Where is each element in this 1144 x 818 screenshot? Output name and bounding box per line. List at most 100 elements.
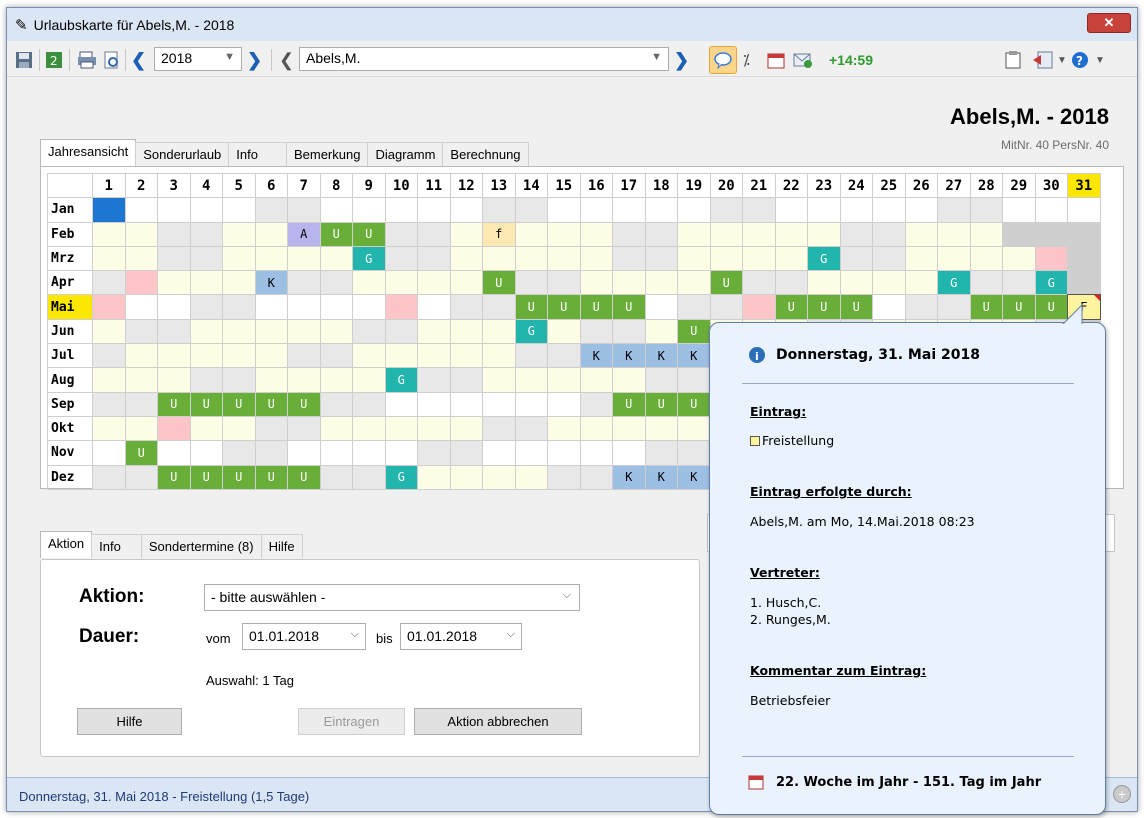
tab-hilfe[interactable]: Hilfe	[260, 534, 303, 558]
day-cell[interactable]: U	[807, 294, 841, 320]
day-cell[interactable]	[352, 415, 386, 442]
day-cell[interactable]	[774, 245, 808, 272]
exit-icon[interactable]	[1032, 50, 1054, 70]
day-cell[interactable]	[1067, 270, 1101, 296]
day-cell[interactable]	[92, 440, 126, 466]
day-cell[interactable]: U	[579, 294, 613, 320]
day-cell[interactable]: G	[514, 318, 548, 345]
day-cell[interactable]	[742, 294, 776, 320]
day-cell[interactable]	[222, 440, 256, 466]
day-cell[interactable]	[124, 391, 158, 417]
day-cell[interactable]	[319, 367, 353, 393]
day-cell[interactable]	[872, 221, 906, 247]
day-cell[interactable]: G	[384, 367, 418, 393]
day-cell[interactable]	[904, 221, 938, 247]
day-cell[interactable]	[644, 294, 678, 320]
day-cell[interactable]	[254, 197, 288, 223]
day-cell[interactable]	[709, 294, 743, 320]
day-cell[interactable]	[222, 197, 256, 223]
day-cell[interactable]	[222, 415, 256, 442]
day-cell[interactable]	[579, 245, 613, 272]
day-cell[interactable]	[319, 270, 353, 296]
day-cell[interactable]	[449, 197, 483, 223]
day-cell[interactable]: U	[287, 464, 321, 490]
day-cell[interactable]	[384, 391, 418, 417]
next-year-icon[interactable]: ❯	[247, 50, 262, 70]
day-cell[interactable]	[287, 440, 321, 466]
day-cell[interactable]	[547, 343, 581, 369]
day-cell[interactable]	[319, 245, 353, 272]
day-cell[interactable]	[904, 197, 938, 223]
day-cell[interactable]	[514, 440, 548, 466]
day-cell[interactable]	[677, 415, 711, 442]
day-cell[interactable]: K	[644, 464, 678, 490]
day-cell[interactable]	[709, 245, 743, 272]
day-cell[interactable]	[872, 197, 906, 223]
day-cell[interactable]	[384, 221, 418, 247]
day-cell[interactable]: U	[709, 270, 743, 296]
day-cell[interactable]	[124, 415, 158, 442]
day-cell[interactable]	[189, 294, 223, 320]
day-cell[interactable]	[449, 415, 483, 442]
day-cell[interactable]	[92, 415, 126, 442]
day-cell[interactable]	[384, 440, 418, 466]
day-cell[interactable]	[189, 440, 223, 466]
day-cell[interactable]: G	[807, 245, 841, 272]
day-cell[interactable]	[872, 245, 906, 272]
day-cell[interactable]	[92, 367, 126, 393]
day-cell[interactable]	[254, 367, 288, 393]
day-cell[interactable]: G	[384, 464, 418, 490]
day-cell[interactable]	[547, 367, 581, 393]
day-cell[interactable]	[807, 221, 841, 247]
day-cell[interactable]: U	[157, 391, 191, 417]
day-cell[interactable]	[612, 221, 646, 247]
day-cell[interactable]	[482, 294, 516, 320]
day-cell[interactable]	[157, 294, 191, 320]
day-cell[interactable]	[189, 245, 223, 272]
day-cell[interactable]	[157, 245, 191, 272]
day-cell[interactable]	[352, 464, 386, 490]
day-cell[interactable]	[612, 270, 646, 296]
day-cell[interactable]	[677, 294, 711, 320]
day-cell[interactable]	[904, 245, 938, 272]
day-cell[interactable]	[254, 318, 288, 345]
day-cell[interactable]	[417, 221, 451, 247]
day-cell[interactable]	[774, 270, 808, 296]
save-icon[interactable]	[15, 50, 33, 70]
day-cell[interactable]	[352, 294, 386, 320]
eintragen-button[interactable]: Eintragen	[298, 708, 405, 735]
day-cell[interactable]	[1002, 270, 1036, 296]
day-cell[interactable]	[612, 415, 646, 442]
day-cell[interactable]: U	[254, 391, 288, 417]
day-cell[interactable]: U	[677, 391, 711, 417]
day-cell[interactable]	[969, 197, 1003, 223]
day-cell[interactable]	[514, 367, 548, 393]
day-cell[interactable]	[222, 294, 256, 320]
day-cell[interactable]	[709, 197, 743, 223]
day-cell[interactable]	[189, 367, 223, 393]
day-cell[interactable]	[319, 197, 353, 223]
day-cell[interactable]	[254, 440, 288, 466]
day-cell[interactable]	[157, 197, 191, 223]
tab-diagramm[interactable]: Diagramm	[367, 142, 444, 166]
day-cell[interactable]	[969, 270, 1003, 296]
tab-aktion[interactable]: Aktion	[40, 531, 93, 558]
day-cell[interactable]	[287, 318, 321, 345]
day-cell[interactable]	[547, 440, 581, 466]
tab-info-bottom[interactable]: Info	[91, 534, 142, 558]
day-cell[interactable]	[904, 294, 938, 320]
mail-check-icon[interactable]	[793, 50, 813, 70]
day-cell[interactable]	[1034, 221, 1068, 247]
day-cell[interactable]	[1067, 221, 1101, 247]
day-cell[interactable]	[612, 318, 646, 345]
day-cell[interactable]	[254, 294, 288, 320]
day-cell[interactable]	[547, 464, 581, 490]
day-cell[interactable]	[742, 270, 776, 296]
day-cell[interactable]: G	[937, 270, 971, 296]
day-cell[interactable]	[124, 221, 158, 247]
close-button[interactable]: ✕	[1087, 13, 1131, 33]
day-cell[interactable]	[644, 197, 678, 223]
day-cell[interactable]	[1067, 245, 1101, 272]
day-cell[interactable]	[644, 415, 678, 442]
tab-info[interactable]: Info	[228, 142, 287, 166]
